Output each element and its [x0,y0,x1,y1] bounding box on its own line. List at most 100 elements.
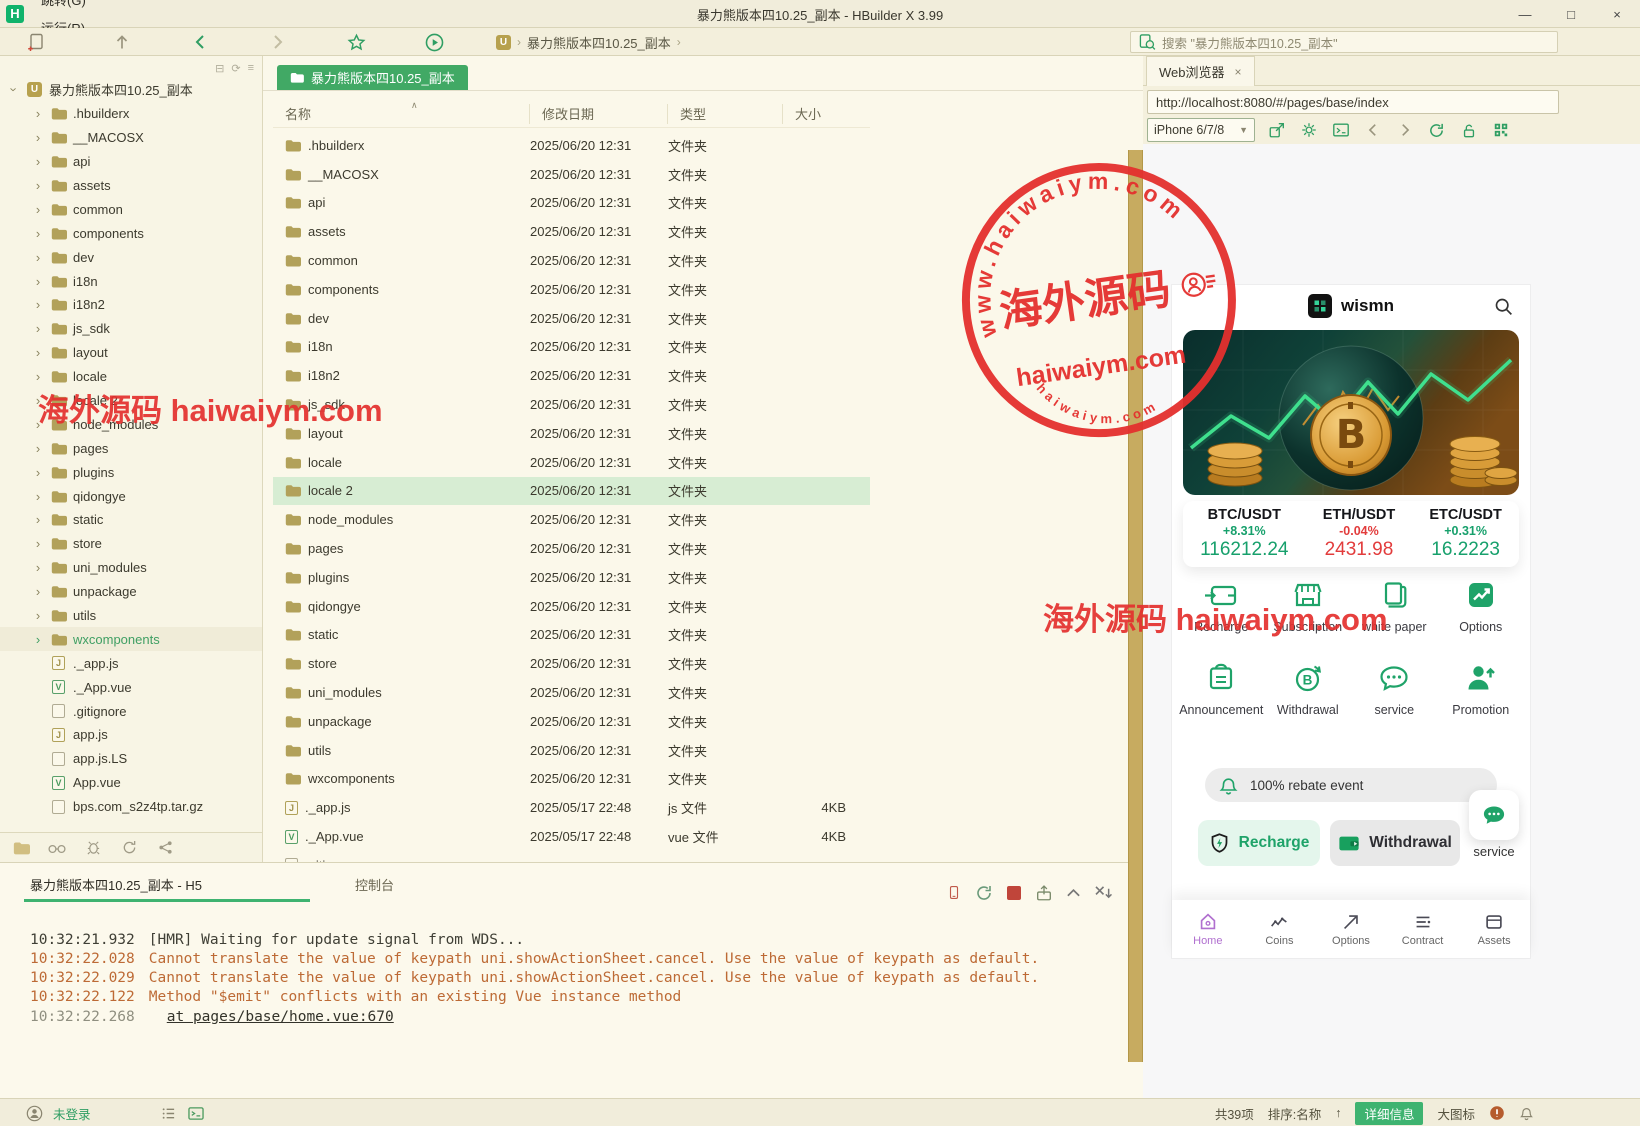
tree-item-app-vue[interactable]: V App.vue [0,771,262,795]
nav-coins[interactable]: Coins [1244,900,1316,958]
table-row[interactable]: i18n 2025/06/20 12:31 文件夹 [273,333,870,362]
tree-item-uni-modules[interactable]: › uni_modules [0,556,262,580]
bell-icon[interactable] [1519,1105,1534,1121]
table-row[interactable]: assets 2025/06/20 12:31 文件夹 [273,217,870,246]
column-header-name[interactable]: 名称 ∧ [273,100,530,124]
task-list-icon[interactable] [161,1106,176,1121]
price-ticker[interactable]: BTC/USDT +8.31% 116212.24 ETH/USDT -0.04% 243… [1183,501,1519,567]
table-row[interactable]: node_modules 2025/06/20 12:31 文件夹 [273,505,870,534]
view-detail-toggle[interactable]: 详细信息 [1355,1101,1424,1125]
back-icon[interactable] [190,32,210,52]
new-file-icon[interactable] [26,32,46,52]
file-list-tab[interactable]: 暴力熊版本四10.25_副本 [277,65,468,90]
table-row[interactable]: i18n2 2025/06/20 12:31 文件夹 [273,361,870,390]
table-row[interactable]: store 2025/06/20 12:31 文件夹 [273,649,870,678]
nav-home[interactable]: Home [1172,900,1244,958]
table-row[interactable]: J ._app.js 2025/05/17 22:48 js 文件 4KB [273,793,870,822]
run-icon[interactable] [424,32,444,52]
column-header-type[interactable]: 类型 [668,103,783,124]
feature-subscription[interactable]: Subscription [1265,577,1352,634]
tree-item---macosx[interactable]: › __MACOSX [0,126,262,150]
feature-promotion[interactable]: Promotion [1438,660,1525,717]
tree-item-assets[interactable]: › assets [0,174,262,198]
withdrawal-button[interactable]: Withdrawal [1330,820,1460,866]
tree-item-pages[interactable]: › pages [0,436,262,460]
tree-item--gitignore[interactable]: .gitignore [0,699,262,723]
console-line[interactable]: 10:32:22.268 at pages/base/home.vue:670 [30,1009,394,1025]
tree-item-i18n[interactable]: › i18n [0,269,262,293]
feature-recharge[interactable]: Recharge [1178,577,1265,634]
url-input[interactable]: http://localhost:8080/#/pages/base/index [1147,90,1559,114]
table-row[interactable]: V ._App.vue 2025/05/17 22:48 vue 文件 4KB [273,822,870,851]
sort-label[interactable]: 排序:名称 [1268,1104,1321,1123]
menu-item[interactable]: 跳转(G) [32,0,95,14]
table-row[interactable]: static 2025/06/20 12:31 文件夹 [273,621,870,650]
favorite-star-icon[interactable] [346,32,366,52]
log-source-link[interactable]: at pages/base/home.vue:670 [167,1009,394,1025]
tree-item-store[interactable]: › store [0,532,262,556]
table-row[interactable]: js_sdk 2025/06/20 12:31 文件夹 [273,390,870,419]
tree-item-locale[interactable]: › locale [0,365,262,389]
collapse-all-icon[interactable]: ⊟ [215,62,224,75]
forward-icon[interactable] [1395,121,1414,140]
restart-icon[interactable] [974,883,993,902]
user-avatar-icon[interactable] [26,1105,43,1122]
close-button[interactable]: × [1594,0,1640,28]
app-search-icon[interactable] [1493,296,1514,317]
open-external-icon[interactable] [1267,121,1286,140]
explorer-menu-icon[interactable]: ≡ [248,62,254,75]
tree-item-node-modules[interactable]: › node_modules [0,412,262,436]
app-banner[interactable]: B [1183,330,1519,495]
nav-contract[interactable]: Contract [1387,900,1459,958]
view-large-toggle[interactable]: 大图标 [1437,1104,1475,1123]
table-row[interactable]: pages 2025/06/20 12:31 文件夹 [273,534,870,563]
feature-announcement[interactable]: Announcement [1178,660,1265,717]
ticker-eth[interactable]: ETH/USDT -0.04% 2431.98 [1323,507,1396,561]
files-view-icon[interactable] [12,839,30,857]
table-row[interactable]: __MACOSX 2025/06/20 12:31 文件夹 [273,160,870,189]
sort-direction[interactable]: ↑ [1335,1106,1341,1120]
tree-item-common[interactable]: › common [0,197,262,221]
table-row[interactable]: components 2025/06/20 12:31 文件夹 [273,275,870,304]
tree-item-bps-com-s2z4tp-tar-gz[interactable]: bps.com_s2z4tp.tar.gz [0,795,262,819]
goto-parent-icon[interactable] [112,32,132,52]
clear-icon[interactable] [1094,883,1113,902]
nav-assets[interactable]: Assets [1458,900,1530,958]
column-header-date[interactable]: 修改日期 [530,103,668,124]
console-icon[interactable] [1331,121,1350,140]
global-search-input[interactable]: 搜索 "暴力熊版本四10.25_副本" [1130,31,1558,53]
debug-phone-icon[interactable] [944,883,963,902]
table-row[interactable]: locale 2 2025/06/20 12:31 文件夹 [273,476,870,506]
tree-item---app-vue[interactable]: V ._App.vue [0,675,262,699]
stop-icon[interactable] [1004,883,1023,902]
minimize-button[interactable]: — [1502,0,1548,28]
forward-icon[interactable] [268,32,288,52]
collapse-icon[interactable] [1064,883,1083,902]
tree-item-components[interactable]: › components [0,221,262,245]
tree-item-app-js-ls[interactable]: app.js.LS [0,747,262,771]
table-row[interactable]: locale 2025/06/20 12:31 文件夹 [273,448,870,477]
tree-item-locale-2[interactable]: › locale 2 [0,389,262,413]
debug-bug-icon[interactable] [84,839,102,857]
rebate-banner[interactable]: 100% rebate event [1205,768,1497,802]
ticker-btc[interactable]: BTC/USDT +8.31% 116212.24 [1200,507,1288,561]
feature-withdrawal[interactable]: B Withdrawal [1265,660,1352,717]
tree-item-dev[interactable]: › dev [0,245,262,269]
table-row[interactable]: unpackage 2025/06/20 12:31 文件夹 [273,707,870,736]
browser-tab-close-icon[interactable]: × [1235,65,1242,79]
device-select[interactable]: iPhone 6/7/8 ▼ [1147,118,1255,142]
feature-options[interactable]: Options [1438,577,1525,634]
tree-root[interactable]: › U 暴力熊版本四10.25_副本 [0,78,262,102]
service-chat-icon[interactable] [1469,790,1519,840]
table-row[interactable]: api 2025/06/20 12:31 文件夹 [273,189,870,218]
refresh-icon[interactable] [1427,121,1446,140]
tree-item--hbuilderx[interactable]: › .hbuilderx [0,102,262,126]
console-tab-run[interactable]: 暴力熊版本四10.25_副本 - H5 [30,875,202,894]
service-float[interactable]: service [1468,790,1520,859]
tree-item-unpackage[interactable]: › unpackage [0,580,262,604]
terminal-icon[interactable] [187,1106,204,1121]
recharge-button[interactable]: Recharge [1198,820,1320,866]
table-row[interactable]: layout 2025/06/20 12:31 文件夹 [273,419,870,448]
tree-item-plugins[interactable]: › plugins [0,460,262,484]
refresh-icon[interactable] [120,839,138,857]
